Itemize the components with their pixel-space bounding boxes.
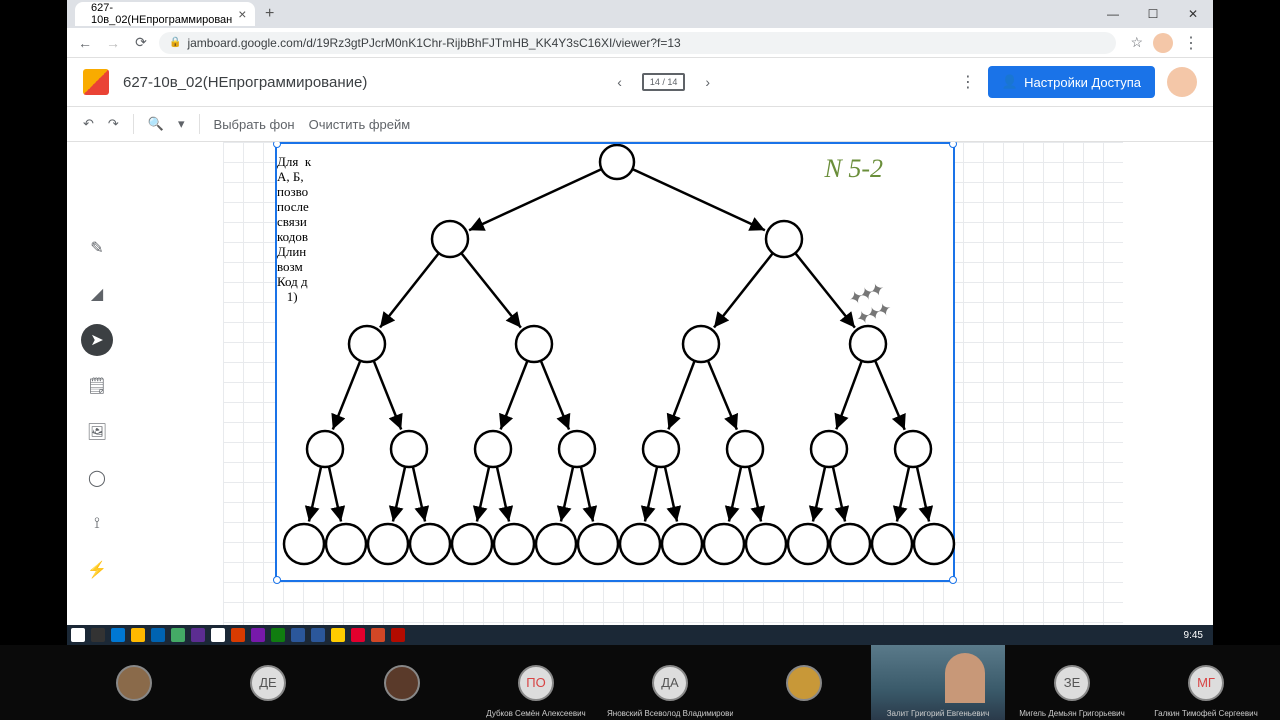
prev-frame-button[interactable]: ‹ [617, 74, 622, 90]
account-avatar[interactable] [1167, 67, 1197, 97]
address-bar: ← → ⟳ 🔒 jamboard.google.com/d/19Rz3gtPJc… [67, 28, 1213, 58]
app-icon[interactable] [351, 628, 365, 642]
participant-avatar: ПО [518, 665, 554, 701]
app-icon[interactable] [291, 628, 305, 642]
zoom-button[interactable]: 🔍 [148, 116, 164, 132]
edge-icon[interactable] [111, 628, 125, 642]
selected-drawing[interactable]: Для к А, Б, позво после связи кодов Длин… [275, 142, 955, 582]
participant-tile[interactable] [737, 645, 871, 720]
vscode-icon[interactable] [191, 628, 205, 642]
participant-tile[interactable]: МГ Галкин Тимофей Сергеевич [1139, 645, 1273, 720]
participant-avatar: ДА [652, 665, 688, 701]
powerpoint-icon[interactable] [371, 628, 385, 642]
participant-avatar [384, 665, 420, 701]
content-area: ✎ ◢ ➤ 🗒 🖼 ◯ ⟟ ⚡ Для к А, Б, позво после … [67, 142, 1213, 625]
participant-avatar [786, 665, 822, 701]
maximize-button[interactable]: ☐ [1133, 0, 1173, 28]
close-window-button[interactable]: ✕ [1173, 0, 1213, 28]
participant-avatar: ЗЕ [1054, 665, 1090, 701]
sticky-note-tool[interactable]: 🗒 [81, 370, 113, 402]
participant-avatar [116, 665, 152, 701]
laser-tool[interactable]: ⚡ [81, 554, 113, 586]
image-tool[interactable]: 🖼 [81, 416, 113, 448]
url-text: jamboard.google.com/d/19Rz3gtPJcrM0nK1Ch… [187, 36, 680, 50]
frame-indicator[interactable]: 14 / 14 [642, 73, 686, 91]
close-tab-icon[interactable]: × [238, 6, 246, 22]
yandex-icon[interactable] [331, 628, 345, 642]
next-frame-button[interactable]: › [705, 74, 710, 90]
bookmark-icon[interactable]: ☆ [1130, 34, 1143, 51]
textbox-tool[interactable]: ⟟ [81, 508, 113, 540]
participant-name: Дубков Семён Алексеевич [473, 709, 599, 718]
participant-name: Галкин Тимофей Сергеевич [1143, 709, 1269, 718]
redo-button[interactable]: ↷ [108, 116, 119, 132]
participant-name: Яновский Всеволод Владимирович [607, 709, 733, 718]
lock-icon: 🔒 [169, 37, 181, 48]
search-taskbar-icon[interactable] [91, 628, 105, 642]
binary-tree-drawing [277, 144, 957, 584]
minimize-button[interactable]: — [1093, 0, 1133, 28]
window-controls: — ☐ ✕ [1093, 0, 1213, 28]
app-header: 627-10в_02(НЕпрограммирование) ‹ 14 / 14… [67, 58, 1213, 106]
chrome-icon[interactable] [171, 628, 185, 642]
forward-button[interactable]: → [103, 35, 123, 51]
person-add-icon: 👤 [1002, 74, 1018, 90]
video-call-participants: ДЕ ПО Дубков Семён Алексеевич ДА Яновский Вс… [0, 645, 1280, 720]
windows-taskbar[interactable]: 9:45 [67, 625, 1213, 645]
secondary-toolbar: ↶ ↷ 🔍 ▾ Выбрать фон Очистить фрейм [67, 106, 1213, 142]
share-button[interactable]: 👤 Настройки Доступа [988, 66, 1155, 98]
background-button[interactable]: Выбрать фон [214, 117, 295, 132]
jamboard-logo[interactable] [83, 69, 109, 95]
zoom-dropdown[interactable]: ▾ [178, 116, 185, 132]
pdf-icon[interactable] [391, 628, 405, 642]
more-options-icon[interactable]: ⋮ [960, 72, 976, 92]
participant-tile[interactable] [67, 645, 201, 720]
participant-tile[interactable]: ГСГалявов Марат Фаридович [1273, 645, 1280, 720]
reload-button[interactable]: ⟳ [131, 34, 151, 51]
taskbar-clock[interactable]: 9:45 [1184, 630, 1209, 641]
share-label: Настройки Доступа [1024, 75, 1141, 90]
app-icon[interactable] [251, 628, 265, 642]
browser-tab[interactable]: 627-10в_02(НЕпрограммирован × [75, 2, 255, 26]
participant-avatar: ДЕ [250, 665, 286, 701]
pen-tool[interactable]: ✎ [81, 232, 113, 264]
canvas[interactable]: Для к А, Б, позво после связи кодов Длин… [223, 142, 1123, 625]
participant-tile[interactable]: ЗЕ Мигель Демьян Григорьевич [1005, 645, 1139, 720]
app-icon[interactable] [151, 628, 165, 642]
select-tool[interactable]: ➤ [81, 324, 113, 356]
undo-button[interactable]: ↶ [83, 116, 94, 132]
url-field[interactable]: 🔒 jamboard.google.com/d/19Rz3gtPJcrM0nK1… [159, 32, 1116, 54]
eraser-tool[interactable]: ◢ [81, 278, 113, 310]
document-title[interactable]: 627-10в_02(НЕпрограммирование) [123, 74, 367, 91]
participant-name: Залит Григорий Евгеньевич [875, 709, 1001, 718]
new-tab-button[interactable]: + [255, 5, 284, 23]
participant-avatar: МГ [1188, 665, 1224, 701]
tab-title: 627-10в_02(НЕпрограммирован [91, 2, 232, 26]
word-icon[interactable] [311, 628, 325, 642]
browser-menu-icon[interactable]: ⋮ [1183, 33, 1199, 53]
drawing-tools: ✎ ◢ ➤ 🗒 🖼 ◯ ⟟ ⚡ [77, 232, 117, 586]
excel-icon[interactable] [271, 628, 285, 642]
participant-tile[interactable]: Залит Григорий Евгеньевич [871, 645, 1005, 720]
start-icon[interactable] [71, 628, 85, 642]
participant-name: Мигель Демьян Григорьевич [1009, 709, 1135, 718]
app-icon[interactable] [211, 628, 225, 642]
app-icon[interactable] [231, 628, 245, 642]
shape-tool[interactable]: ◯ [81, 462, 113, 494]
explorer-icon[interactable] [131, 628, 145, 642]
tab-bar: 627-10в_02(НЕпрограммирован × + — ☐ ✕ [67, 0, 1213, 28]
participant-tile[interactable]: ДЕ [201, 645, 335, 720]
participant-tile[interactable]: ПО Дубков Семён Алексеевич [469, 645, 603, 720]
clear-frame-button[interactable]: Очистить фрейм [309, 117, 411, 132]
back-button[interactable]: ← [75, 35, 95, 51]
participant-tile[interactable]: ДА Яновский Всеволод Владимирович [603, 645, 737, 720]
profile-avatar[interactable] [1153, 33, 1173, 53]
selection-handle[interactable] [949, 576, 957, 584]
selection-handle[interactable] [273, 576, 281, 584]
participant-tile[interactable] [335, 645, 469, 720]
